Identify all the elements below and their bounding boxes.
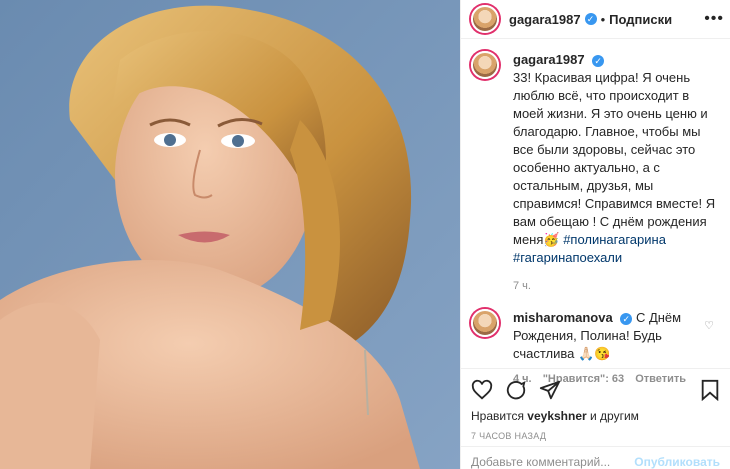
- caption-avatar[interactable]: [471, 51, 499, 79]
- caption-text-block: gagara1987 ✓ 33! Красивая цифра! Я очень…: [513, 51, 719, 295]
- portrait-illustration: [0, 0, 460, 469]
- post-header: gagara1987 ✓ • Подписки •••: [461, 0, 730, 39]
- caption-text: 33! Красивая цифра! Я очень люблю всё, ч…: [513, 70, 716, 247]
- likes-line: Нравится veykshner и другим: [471, 409, 720, 423]
- verified-icon: ✓: [584, 13, 597, 25]
- comments-area[interactable]: gagara1987 ✓ 33! Красивая цифра! Я очень…: [461, 39, 730, 385]
- author-avatar[interactable]: [471, 5, 499, 33]
- comment-bubble-icon[interactable]: [505, 379, 527, 401]
- publish-button[interactable]: Опубликовать: [634, 455, 720, 469]
- comment-like-icon[interactable]: ♡: [704, 319, 714, 332]
- hashtag-link[interactable]: #гагаринапоехали: [513, 250, 622, 265]
- author-username[interactable]: gagara1987: [509, 12, 581, 27]
- caption-username[interactable]: gagara1987: [513, 52, 585, 67]
- post-date: 7 ЧАСОВ НАЗАД: [471, 431, 547, 441]
- verified-icon: ✓: [592, 54, 605, 67]
- comment-input[interactable]: Добавьте комментарий...: [471, 455, 610, 469]
- like-heart-icon[interactable]: [471, 379, 493, 401]
- comment-text-block: misharomanova ✓ С Днём Рождения, Полина!…: [513, 309, 719, 363]
- comment-username[interactable]: misharomanova: [513, 310, 613, 325]
- following-button[interactable]: Подписки: [609, 12, 672, 27]
- post-actions: Нравится veykshner и другим 7 ЧАСОВ НАЗА…: [461, 368, 730, 441]
- side-panel: gagara1987 ✓ • Подписки ••• gagara1987 ✓…: [460, 0, 730, 469]
- share-send-icon[interactable]: [539, 379, 561, 401]
- comment-item: misharomanova ✓ С Днём Рождения, Полина!…: [471, 309, 720, 363]
- add-comment-bar: Добавьте комментарий... Опубликовать: [461, 446, 730, 469]
- save-bookmark-icon[interactable]: [700, 379, 720, 401]
- likes-others[interactable]: и другим: [590, 409, 639, 423]
- caption-time[interactable]: 7 ч.: [513, 277, 719, 295]
- action-icons: [471, 375, 720, 405]
- caption: gagara1987 ✓ 33! Красивая цифра! Я очень…: [471, 51, 720, 295]
- likes-user[interactable]: veykshner: [527, 409, 586, 423]
- hashtag-link[interactable]: #полинагагарина: [563, 232, 666, 247]
- separator-dot: •: [600, 11, 606, 27]
- likes-prefix: Нравится: [471, 409, 524, 423]
- more-options-icon[interactable]: •••: [704, 10, 724, 28]
- post-photo[interactable]: [0, 0, 460, 469]
- verified-icon: ✓: [620, 312, 633, 325]
- post-container: gagara1987 ✓ • Подписки ••• gagara1987 ✓…: [0, 0, 730, 469]
- comment-avatar[interactable]: [471, 309, 499, 337]
